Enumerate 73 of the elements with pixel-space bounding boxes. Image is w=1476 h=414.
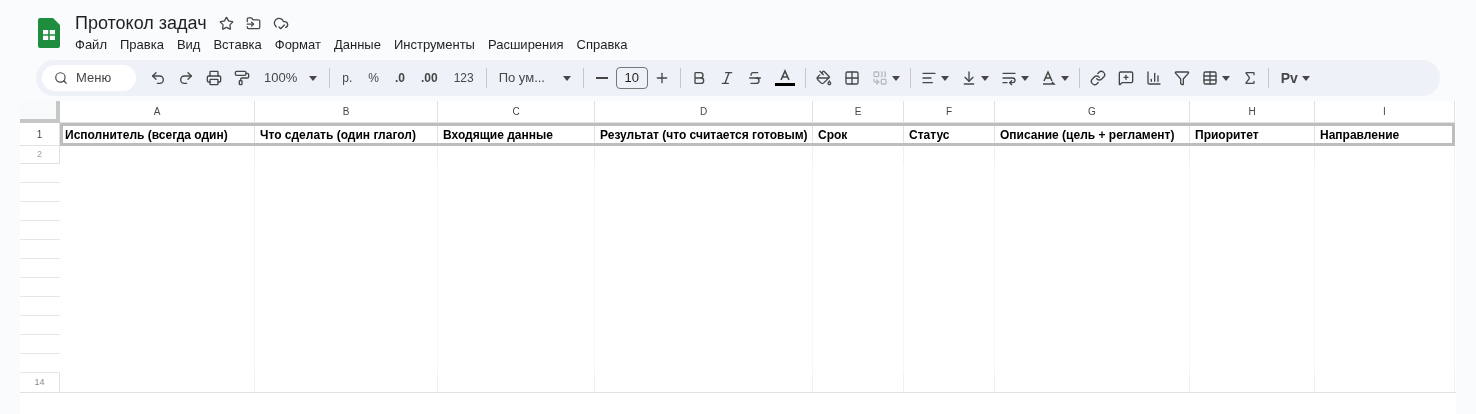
- column-header[interactable]: D: [595, 101, 813, 123]
- caret-icon: [1060, 75, 1069, 81]
- menu-item[interactable]: Вид: [170, 36, 207, 54]
- folder-icon[interactable]: [245, 15, 261, 31]
- menu-item[interactable]: Инструменты: [387, 36, 481, 54]
- fill-color-icon: [815, 70, 832, 86]
- table-cell[interactable]: Статус: [904, 123, 995, 146]
- column-header[interactable]: E: [813, 101, 904, 123]
- filter-icon: [1173, 70, 1190, 86]
- chart-icon: [1145, 70, 1162, 86]
- column-header[interactable]: C: [438, 101, 595, 123]
- search-placeholder: Меню: [76, 69, 112, 88]
- column-header[interactable]: A: [60, 101, 255, 123]
- table-cell[interactable]: Срок: [813, 123, 904, 146]
- horizontal-align-icon: [920, 70, 937, 86]
- currency-button[interactable]: р.: [334, 64, 361, 92]
- table-cell[interactable]: Входящие данные: [438, 123, 595, 146]
- caret-icon: [940, 75, 949, 81]
- menu-search-field[interactable]: Меню: [42, 65, 136, 91]
- caret-icon: [891, 75, 900, 81]
- redo-icon: [178, 70, 194, 86]
- table-cell[interactable]: Направление: [1315, 123, 1455, 146]
- rotated-a-icon: [1040, 70, 1057, 86]
- percent-button[interactable]: %: [360, 64, 387, 92]
- number-format-button[interactable]: 123: [445, 64, 482, 92]
- decrease-decimals-button[interactable]: .0: [386, 64, 413, 92]
- paint-format-icon: [234, 70, 250, 86]
- table-cell[interactable]: Приоритет: [1190, 123, 1315, 146]
- search-icon: [54, 71, 68, 85]
- text-wrapping-icon: [1000, 70, 1017, 86]
- column-header[interactable]: H: [1190, 101, 1315, 123]
- input-tools-button[interactable]: Pv: [1272, 64, 1318, 92]
- menu-item[interactable]: Расширения: [481, 36, 570, 54]
- strikethrough-icon: [746, 70, 763, 86]
- link-icon: [1089, 70, 1106, 86]
- table-cell[interactable]: Что сделать (один глагол): [255, 123, 438, 146]
- menu-item[interactable]: Правка: [113, 36, 170, 54]
- undo-icon: [150, 70, 166, 86]
- table-cell[interactable]: Исполнитель (всегда один): [60, 123, 255, 146]
- increase-decimals-button[interactable]: .00: [412, 64, 446, 92]
- row-number[interactable]: 14: [20, 373, 60, 392]
- zoom-dropdown[interactable]: 100%: [256, 64, 326, 92]
- caret-icon: [309, 75, 318, 81]
- column-header[interactable]: B: [255, 101, 438, 123]
- menu-item[interactable]: Вставка: [207, 36, 268, 54]
- menu-item[interactable]: Файл: [69, 36, 113, 54]
- menu-item[interactable]: Справка: [570, 36, 634, 54]
- font-dropdown[interactable]: По ум...: [490, 64, 579, 92]
- caret-icon: [1020, 75, 1029, 81]
- spreadsheet-logo-icon[interactable]: [38, 18, 60, 48]
- minus-icon: [595, 77, 608, 79]
- menu-item[interactable]: Формат: [268, 36, 327, 54]
- text-color-icon: [774, 69, 795, 87]
- column-header[interactable]: F: [904, 101, 995, 123]
- font-size-field[interactable]: 10: [615, 67, 648, 89]
- borders-icon: [843, 70, 860, 86]
- caret-icon: [1301, 75, 1310, 81]
- caret-icon: [980, 75, 989, 81]
- column-header[interactable]: G: [995, 101, 1190, 123]
- menu-item[interactable]: Данные: [327, 36, 387, 54]
- table-cell[interactable]: Описание (цель + регламент): [995, 123, 1190, 146]
- table-icon: [1201, 70, 1218, 86]
- merge-cells-icon: [871, 70, 888, 86]
- print-icon: [206, 70, 222, 86]
- column-header[interactable]: I: [1315, 101, 1455, 123]
- table-cell[interactable]: Результат (что считается готовым): [595, 123, 813, 146]
- caret-icon: [1221, 75, 1230, 81]
- star-icon[interactable]: [218, 15, 234, 31]
- comment-icon: [1117, 70, 1134, 86]
- document-title[interactable]: Протокол задач: [75, 12, 207, 34]
- cloud-check-icon[interactable]: [272, 15, 289, 31]
- row-number[interactable]: 1: [20, 123, 60, 146]
- caret-icon: [562, 75, 571, 81]
